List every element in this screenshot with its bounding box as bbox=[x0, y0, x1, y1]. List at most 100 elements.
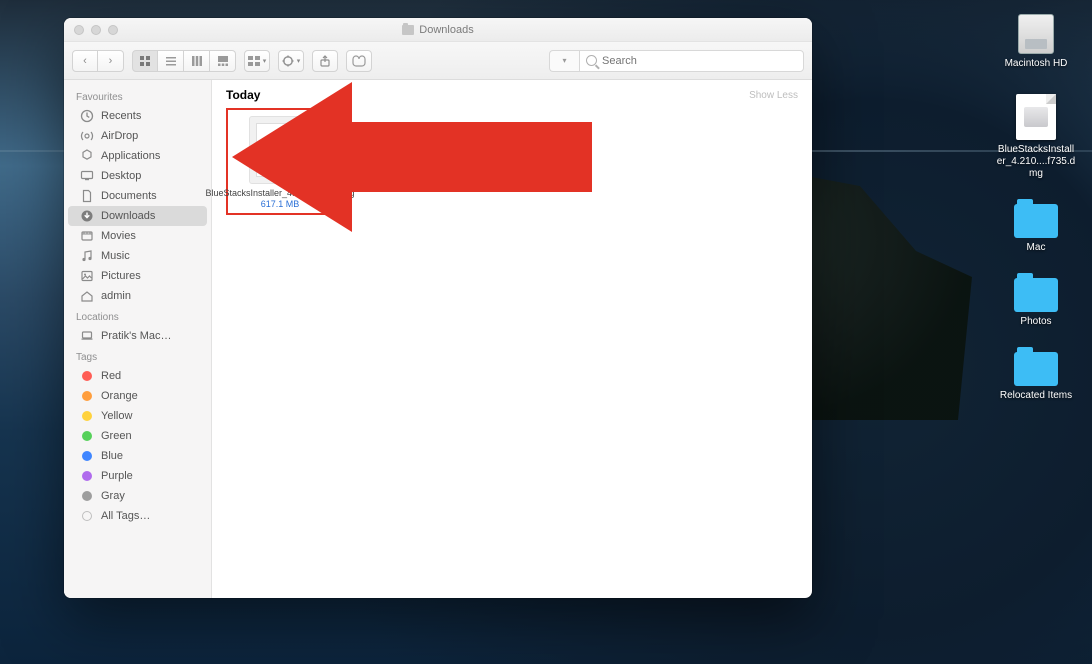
sidebar-item-label: Gray bbox=[101, 490, 125, 502]
list-view-button[interactable] bbox=[158, 50, 184, 72]
group-by-button[interactable] bbox=[244, 50, 270, 72]
desktop-icon-label: BlueStacksInstaller_4.210....f735.dmg bbox=[996, 144, 1076, 180]
search-input[interactable] bbox=[602, 55, 797, 67]
sidebar-item-airdrop[interactable]: AirDrop bbox=[68, 126, 207, 146]
home-icon bbox=[80, 289, 94, 303]
sidebar-item-recents[interactable]: Recents bbox=[68, 106, 207, 126]
sidebar-item-admin[interactable]: admin bbox=[68, 286, 207, 306]
sidebar-item-label: Purple bbox=[101, 470, 133, 482]
tag-dot-icon bbox=[80, 429, 94, 443]
sidebar-section-header: Locations bbox=[64, 306, 211, 326]
sidebar-item-label: Yellow bbox=[101, 410, 132, 422]
sidebar-item-label: Documents bbox=[101, 190, 157, 202]
file-item[interactable]: BlueStacksInstaller_4.210....446.dmg 617… bbox=[226, 108, 334, 215]
desktop-icon-label: Macintosh HD bbox=[1005, 58, 1068, 70]
doc-icon bbox=[80, 189, 94, 203]
tag-dot-icon bbox=[80, 449, 94, 463]
sidebar-item-label: Desktop bbox=[101, 170, 141, 182]
desktop-icon-label: Relocated Items bbox=[1000, 390, 1072, 402]
sidebar-section-header: Favourites bbox=[64, 86, 211, 106]
window-title: Downloads bbox=[419, 24, 473, 36]
sidebar-item-pictures[interactable]: Pictures bbox=[68, 266, 207, 286]
sidebar-item-label: AirDrop bbox=[101, 130, 138, 142]
sidebar-item-red[interactable]: Red bbox=[68, 366, 207, 386]
disk-icon bbox=[1018, 14, 1054, 54]
sidebar-item-movies[interactable]: Movies bbox=[68, 226, 207, 246]
desktop-icon-mac[interactable]: Mac bbox=[1014, 204, 1058, 254]
tag-dot-icon bbox=[80, 389, 94, 403]
desktop-icon-relocated-items[interactable]: Relocated Items bbox=[1000, 352, 1072, 402]
sidebar-item-label: Pictures bbox=[101, 270, 141, 282]
desktop-icon-photos[interactable]: Photos bbox=[1014, 278, 1058, 328]
apps-icon bbox=[80, 149, 94, 163]
back-button[interactable]: ‹ bbox=[72, 50, 98, 72]
sidebar-item-label: Orange bbox=[101, 390, 138, 402]
show-less-link[interactable]: Show Less bbox=[749, 90, 798, 101]
sidebar-item-desktop[interactable]: Desktop bbox=[68, 166, 207, 186]
folder-icon bbox=[1014, 204, 1058, 238]
sidebar-item-music[interactable]: Music bbox=[68, 246, 207, 266]
sidebar-item-label: Applications bbox=[101, 150, 160, 162]
clock-icon bbox=[80, 109, 94, 123]
window-titlebar[interactable]: Downloads bbox=[64, 18, 812, 42]
dmg-icon bbox=[256, 123, 304, 177]
traffic-lights[interactable] bbox=[74, 25, 118, 35]
tag-dot-icon bbox=[80, 509, 94, 523]
download-icon bbox=[80, 209, 94, 223]
search-icon bbox=[586, 55, 597, 66]
section-header-row: Today Show Less bbox=[226, 88, 798, 102]
sidebar-item-label: All Tags… bbox=[101, 510, 150, 522]
sidebar-item-all-tags-[interactable]: All Tags… bbox=[68, 506, 207, 526]
airdrop-icon bbox=[80, 129, 94, 143]
desktop-icon-label: Mac bbox=[1027, 242, 1046, 254]
sidebar-item-yellow[interactable]: Yellow bbox=[68, 406, 207, 426]
zoom-icon[interactable] bbox=[108, 25, 118, 35]
sidebar-item-documents[interactable]: Documents bbox=[68, 186, 207, 206]
sidebar-item-label: Recents bbox=[101, 110, 141, 122]
finder-window: Downloads ‹ › bbox=[64, 18, 812, 598]
close-icon[interactable] bbox=[74, 25, 84, 35]
minimize-icon[interactable] bbox=[91, 25, 101, 35]
sidebar-item-label: admin bbox=[101, 290, 131, 302]
sidebar-item-purple[interactable]: Purple bbox=[68, 466, 207, 486]
sidebar-item-blue[interactable]: Blue bbox=[68, 446, 207, 466]
folder-icon bbox=[1014, 278, 1058, 312]
search-field[interactable] bbox=[579, 50, 804, 72]
column-view-button[interactable] bbox=[184, 50, 210, 72]
desktop-icon bbox=[80, 169, 94, 183]
sidebar-item-label: Music bbox=[101, 250, 130, 262]
nav-buttons: ‹ › bbox=[72, 50, 124, 72]
desktop-icons-column: Macintosh HD BlueStacksInstaller_4.210...… bbox=[996, 14, 1076, 402]
sidebar-item-downloads[interactable]: Downloads bbox=[68, 206, 207, 226]
sidebar-item-label: Movies bbox=[101, 230, 136, 242]
file-name: BlueStacksInstaller_4.210....446.dmg bbox=[205, 188, 354, 198]
sidebar-item-label: Pratik's Mac… bbox=[101, 330, 172, 342]
view-mode-segmented bbox=[132, 50, 236, 72]
folder-icon bbox=[1014, 352, 1058, 386]
finder-sidebar: Favourites Recents AirDrop Applications Desk… bbox=[64, 80, 212, 598]
forward-button[interactable]: › bbox=[98, 50, 124, 72]
tag-dot-icon bbox=[80, 469, 94, 483]
desktop-icon-macintosh-hd[interactable]: Macintosh HD bbox=[1005, 14, 1068, 70]
tag-dot-icon bbox=[80, 489, 94, 503]
file-size: 617.1 MB bbox=[261, 199, 300, 209]
action-menu-button[interactable] bbox=[278, 50, 304, 72]
sidebar-item-gray[interactable]: Gray bbox=[68, 486, 207, 506]
sidebar-item-applications[interactable]: Applications bbox=[68, 146, 207, 166]
sidebar-item-label: Green bbox=[101, 430, 132, 442]
edit-tags-button[interactable] bbox=[346, 50, 372, 72]
section-header: Today bbox=[226, 88, 260, 102]
search-scope-dropdown[interactable]: ▾ bbox=[549, 50, 579, 72]
desktop-icon-bluestacksinstaller-f-dmg[interactable]: BlueStacksInstaller_4.210....f735.dmg bbox=[996, 94, 1076, 180]
sidebar-item-green[interactable]: Green bbox=[68, 426, 207, 446]
gallery-view-button[interactable] bbox=[210, 50, 236, 72]
desktop-icon-label: Photos bbox=[1020, 316, 1051, 328]
tag-dot-icon bbox=[80, 369, 94, 383]
sidebar-item-label: Red bbox=[101, 370, 121, 382]
sidebar-item-orange[interactable]: Orange bbox=[68, 386, 207, 406]
finder-content[interactable]: Today Show Less BlueStacksInstaller_4.21… bbox=[212, 80, 812, 598]
sidebar-item-pratik-s-mac-[interactable]: Pratik's Mac… bbox=[68, 326, 207, 346]
picture-icon bbox=[80, 269, 94, 283]
share-button[interactable] bbox=[312, 50, 338, 72]
icon-view-button[interactable] bbox=[132, 50, 158, 72]
